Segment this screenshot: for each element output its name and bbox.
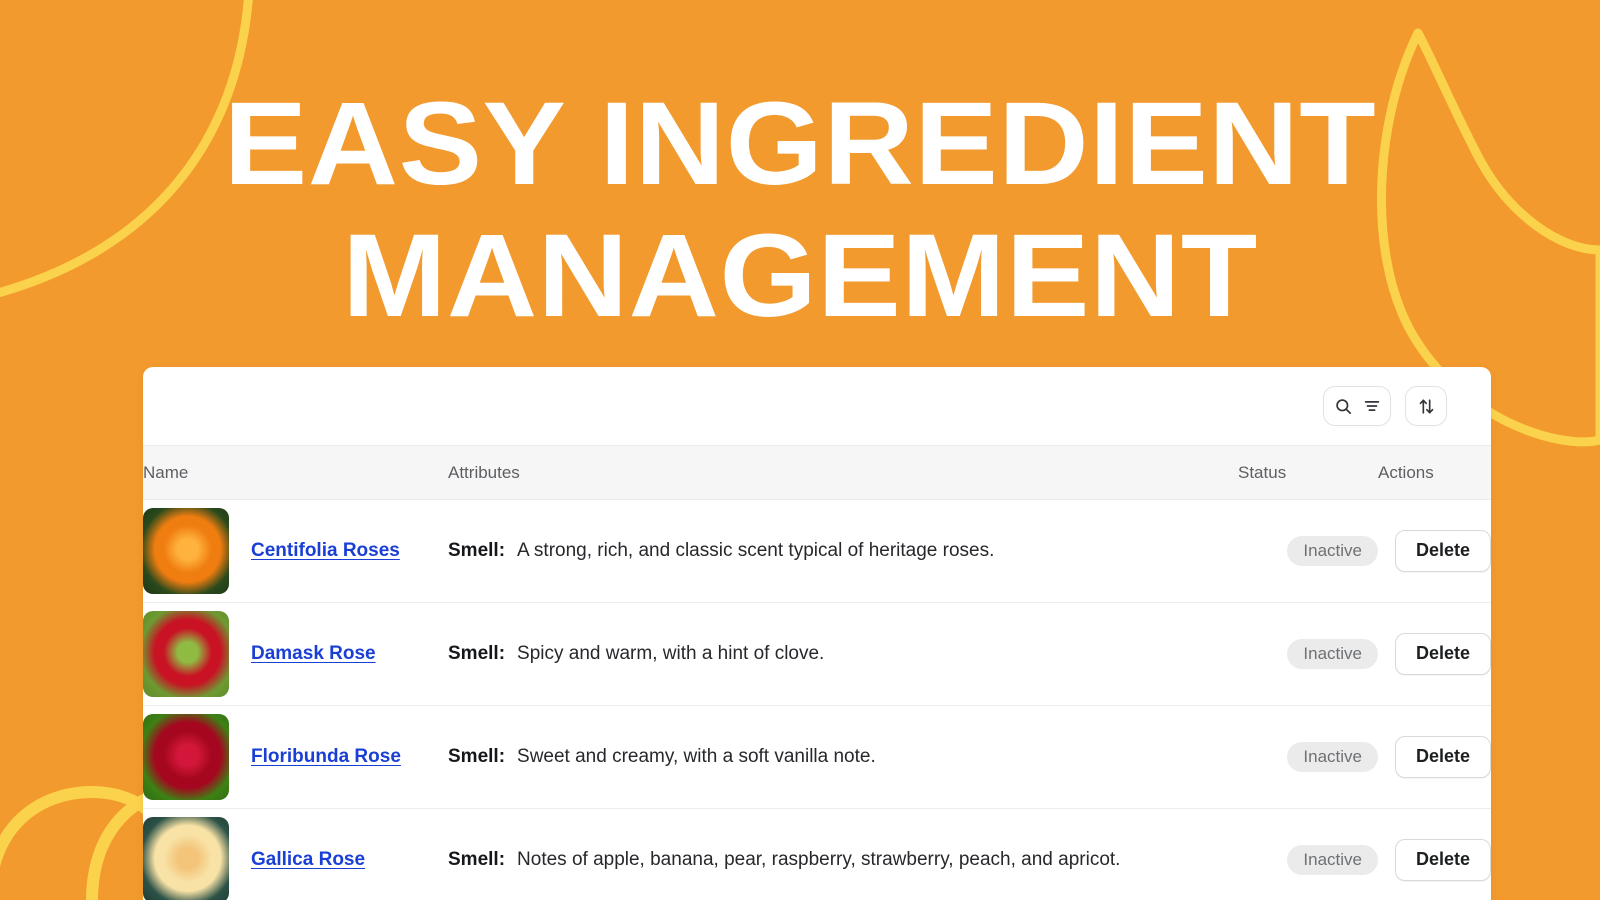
attribute-separator: :	[498, 643, 506, 664]
cell-status: Inactive	[1238, 602, 1378, 706]
row-thumbnail[interactable]	[143, 714, 229, 800]
filter-icon[interactable]	[1363, 397, 1381, 415]
delete-button[interactable]: Delete	[1394, 839, 1491, 881]
column-header-status[interactable]: Status	[1238, 445, 1378, 500]
status-badge: Inactive	[1287, 638, 1378, 670]
table-row: Damask Rose Smell: Spicy and warm, with a…	[143, 602, 1491, 706]
table-row: Centifolia Roses Smell: A strong, rich, a…	[143, 499, 1491, 603]
column-header-actions: Actions	[1378, 445, 1491, 500]
hero-title-line-2: MANAGEMENT	[342, 210, 1258, 342]
attribute-value: Spicy and warm, with a hint of clove.	[517, 643, 825, 664]
attribute-separator: :	[498, 849, 506, 870]
status-badge: Inactive	[1287, 535, 1378, 567]
sort-arrows-icon[interactable]	[1417, 397, 1436, 416]
delete-button[interactable]: Delete	[1394, 736, 1491, 778]
column-header-attributes[interactable]: Attributes	[448, 445, 1238, 500]
table-header-row: Name Attributes Status Actions	[143, 445, 1491, 500]
cell-attributes: Smell: A strong, rich, and classic scent …	[448, 499, 1238, 603]
cell-name: Gallica Rose	[143, 808, 448, 900]
cell-attributes: Smell: Spicy and warm, with a hint of clo…	[448, 602, 1238, 706]
delete-button[interactable]: Delete	[1394, 633, 1491, 675]
sort-button[interactable]	[1405, 386, 1447, 426]
ingredient-list-card: Name Attributes Status Actions Centifoli…	[143, 367, 1491, 900]
table-body: Centifolia Roses Smell: A strong, rich, a…	[143, 499, 1491, 900]
cell-actions: Delete	[1378, 808, 1491, 900]
table-row: Gallica Rose Smell: Notes of apple, banan…	[143, 808, 1491, 900]
cell-attributes: Smell: Sweet and creamy, with a soft vani…	[448, 705, 1238, 809]
attribute-value: Notes of apple, banana, pear, raspberry,…	[517, 849, 1121, 870]
cell-status: Inactive	[1238, 705, 1378, 809]
attribute-value: Sweet and creamy, with a soft vanilla no…	[517, 746, 876, 767]
attribute-key: Smell	[448, 746, 499, 767]
ingredients-table: Name Attributes Status Actions Centifoli…	[143, 445, 1491, 900]
ingredient-link[interactable]: Gallica Rose	[251, 849, 365, 871]
page-root: EASY INGREDIENT MANAGEMENT Name Attribut…	[0, 0, 1600, 900]
attribute-separator: :	[498, 540, 506, 561]
hero-title: EASY INGREDIENT MANAGEMENT	[0, 78, 1600, 342]
table-row: Floribunda Rose Smell: Sweet and creamy, …	[143, 705, 1491, 809]
attribute-value: A strong, rich, and classic scent typica…	[517, 540, 995, 561]
row-thumbnail[interactable]	[143, 817, 229, 900]
ingredient-link[interactable]: Centifolia Roses	[251, 540, 400, 562]
attribute-key: Smell	[448, 643, 499, 664]
attribute-separator: :	[498, 746, 506, 767]
cell-attributes: Smell: Notes of apple, banana, pear, rasp…	[448, 808, 1238, 900]
cell-name: Floribunda Rose	[143, 705, 448, 809]
cell-status: Inactive	[1238, 499, 1378, 603]
attribute-key: Smell	[448, 849, 499, 870]
attribute-key: Smell	[448, 540, 499, 561]
status-badge: Inactive	[1287, 844, 1378, 876]
delete-button[interactable]: Delete	[1394, 530, 1491, 572]
column-header-name[interactable]: Name	[143, 445, 448, 500]
status-badge: Inactive	[1287, 741, 1378, 773]
search-icon[interactable]	[1334, 397, 1353, 416]
search-filter-button[interactable]	[1323, 386, 1391, 426]
cell-name: Damask Rose	[143, 602, 448, 706]
ingredient-link[interactable]: Floribunda Rose	[251, 746, 401, 768]
table-head: Name Attributes Status Actions	[143, 445, 1491, 500]
cell-name: Centifolia Roses	[143, 499, 448, 603]
cell-actions: Delete	[1378, 705, 1491, 809]
cell-status: Inactive	[1238, 808, 1378, 900]
table-toolbar	[143, 367, 1491, 445]
row-thumbnail[interactable]	[143, 611, 229, 697]
row-thumbnail[interactable]	[143, 508, 229, 594]
hero-title-line-1: EASY INGREDIENT	[223, 78, 1377, 210]
cell-actions: Delete	[1378, 602, 1491, 706]
ingredient-link[interactable]: Damask Rose	[251, 643, 376, 665]
cell-actions: Delete	[1378, 499, 1491, 603]
